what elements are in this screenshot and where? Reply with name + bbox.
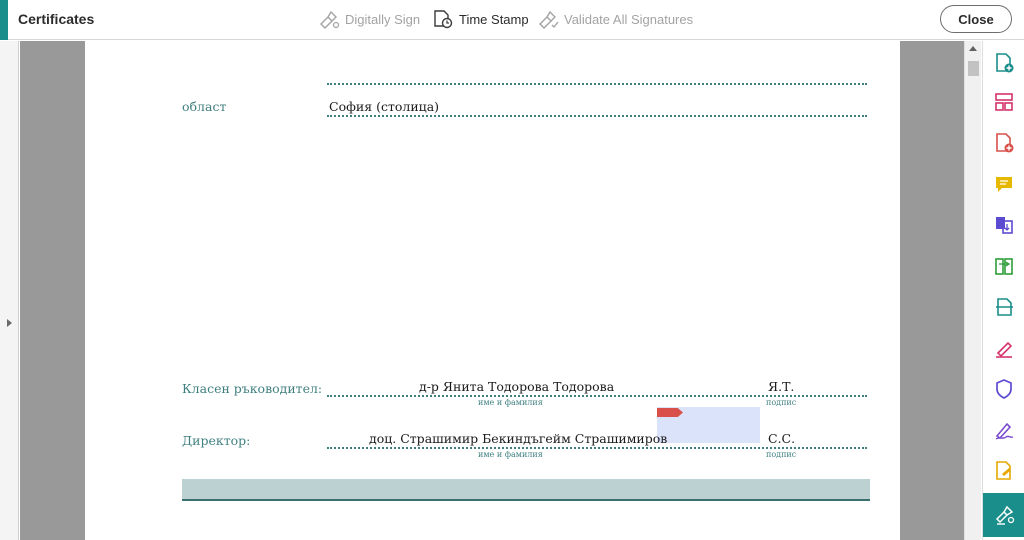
digitally-sign-label: Digitally Sign xyxy=(345,11,421,27)
request-signature-tool[interactable] xyxy=(988,414,1020,446)
digitally-sign-button[interactable]: Digitally Sign xyxy=(318,8,420,30)
toolbar-accent xyxy=(0,0,8,40)
comment-tool[interactable] xyxy=(988,168,1020,200)
scan-ocr-icon xyxy=(996,298,1013,316)
teacher-name-caption: име и фамилия xyxy=(478,398,543,407)
protect-icon xyxy=(996,379,1012,399)
teacher-initials: Я.Т. xyxy=(768,379,795,394)
create-pdf-icon xyxy=(996,53,1014,73)
dotted-line xyxy=(327,83,867,85)
validate-all-signatures-label: Validate All Signatures xyxy=(564,11,694,27)
document-viewport[interactable]: област София (столица) Класен ръководите… xyxy=(20,41,964,540)
vertical-scrollbar[interactable] xyxy=(964,41,981,540)
teacher-name: д-р Янита Тодорова Тодорова xyxy=(419,379,615,394)
scan-ocr-tool[interactable] xyxy=(988,291,1020,323)
teacher-sign-caption: подпис xyxy=(766,398,797,407)
director-initials: С.С. xyxy=(768,431,796,446)
close-button[interactable]: Close xyxy=(940,5,1012,33)
scroll-up-icon[interactable] xyxy=(969,46,977,51)
document-page: област София (столица) Класен ръководите… xyxy=(85,41,900,540)
prepare-form-icon xyxy=(996,461,1011,480)
time-stamp-label: Time Stamp xyxy=(459,11,529,27)
region-label: област xyxy=(182,99,227,114)
fill-sign-icon xyxy=(996,341,1013,358)
director-label: Директор: xyxy=(182,433,251,448)
pen-sign-icon xyxy=(320,10,340,29)
left-panel-toggle[interactable] xyxy=(0,41,19,540)
validate-signature-icon xyxy=(539,10,559,29)
certificates-tool[interactable] xyxy=(983,493,1024,537)
dotted-line xyxy=(327,395,867,397)
organize-pages-tool[interactable] xyxy=(988,86,1020,118)
create-pdf-tool[interactable] xyxy=(988,47,1020,79)
footer-band xyxy=(182,479,870,501)
request-signature-icon xyxy=(995,422,1014,440)
dotted-line xyxy=(327,447,867,449)
validate-all-signatures-button[interactable]: Validate All Signatures xyxy=(537,8,693,30)
time-stamp-icon xyxy=(434,10,453,29)
combine-files-icon xyxy=(996,217,1013,234)
protect-tool[interactable] xyxy=(988,373,1020,405)
compare-files-icon xyxy=(995,258,1013,275)
fill-sign-tool[interactable] xyxy=(988,332,1020,364)
right-tools-rail xyxy=(982,41,1024,540)
director-name-caption: име и фамилия xyxy=(478,450,543,459)
export-pdf-tool[interactable] xyxy=(988,127,1020,159)
time-stamp-button[interactable]: Time Stamp xyxy=(432,8,529,30)
director-sign-caption: подпис xyxy=(766,450,797,459)
combine-files-tool[interactable] xyxy=(988,209,1020,241)
director-name: доц. Страшимир Бекиндъгейм Страшимиров xyxy=(369,431,668,446)
top-toolbar: Certificates Digitally Sign Time Stamp V… xyxy=(0,0,1024,40)
prepare-form-tool[interactable] xyxy=(988,455,1020,487)
certificates-icon xyxy=(995,505,1015,525)
dotted-line xyxy=(327,115,867,117)
export-pdf-icon xyxy=(996,133,1014,153)
teacher-label: Класен ръководител: xyxy=(182,381,323,396)
compare-files-tool[interactable] xyxy=(988,250,1020,282)
tool-title: Certificates xyxy=(18,11,95,27)
expand-arrow-icon[interactable] xyxy=(7,319,12,327)
organize-pages-icon xyxy=(995,93,1013,111)
signature-flag-icon xyxy=(657,408,683,417)
comment-icon xyxy=(996,177,1012,192)
region-value: София (столица) xyxy=(329,99,440,114)
scroll-thumb[interactable] xyxy=(968,61,979,76)
